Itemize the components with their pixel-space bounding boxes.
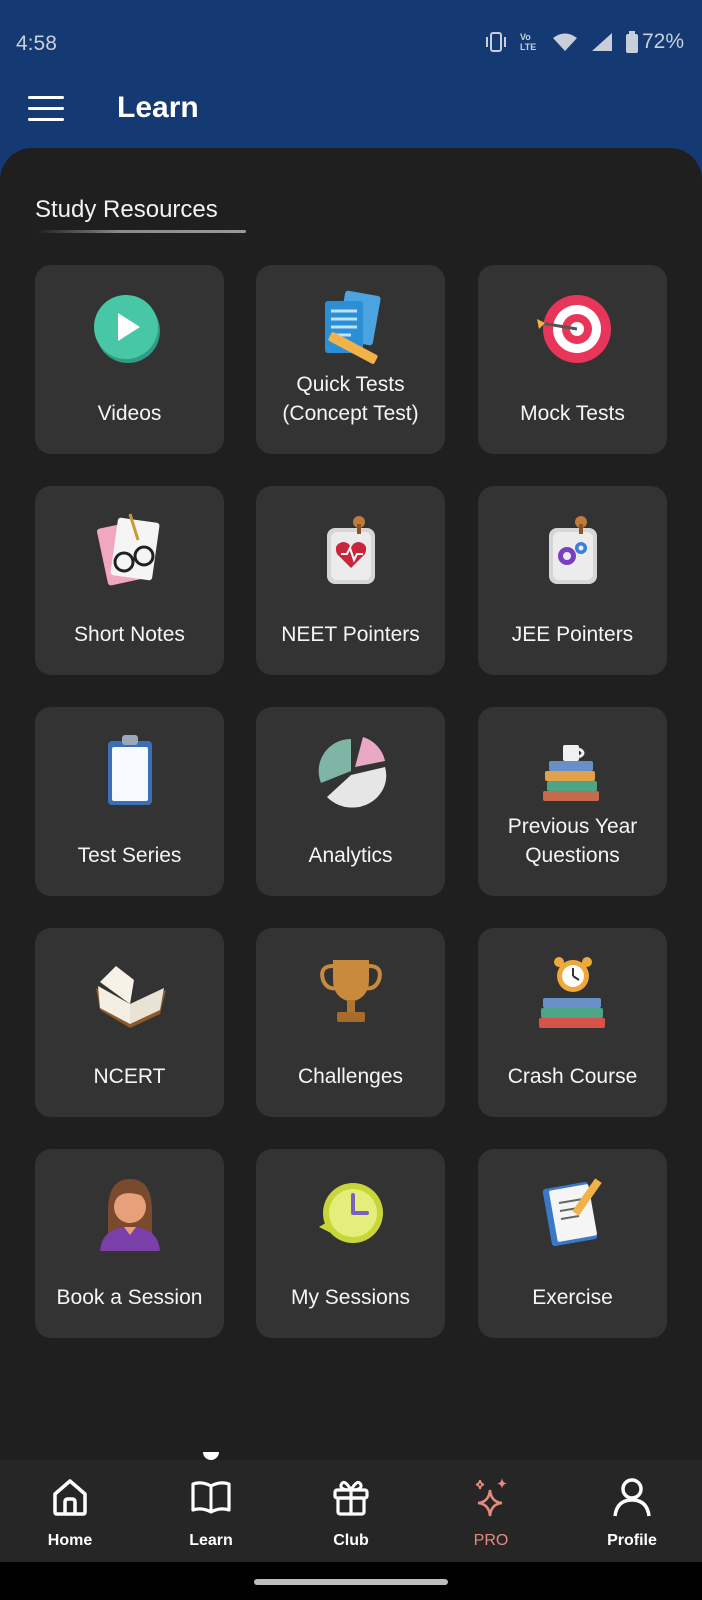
gift-icon	[333, 1480, 369, 1516]
card-label: Exercise	[532, 1286, 613, 1309]
status-bar: 4:58 Vo LTE 72%	[0, 0, 702, 88]
status-icons: Vo LTE 72%	[484, 30, 684, 54]
card-label: Book a Session	[56, 1286, 203, 1309]
card-label: Mock Tests	[520, 402, 625, 425]
sparkle-icon	[475, 1478, 507, 1517]
gears-note-icon	[548, 516, 597, 584]
books-cup-icon	[542, 745, 599, 801]
nav-profile[interactable]: Profile	[577, 1460, 687, 1562]
teacher-avatar-icon	[99, 1179, 160, 1251]
profile-icon	[613, 1478, 651, 1517]
home-icon	[53, 1479, 87, 1516]
card-label: Previous Year Questions	[507, 815, 638, 867]
notepad-pencil-icon	[542, 1178, 602, 1247]
card-label: My Sessions	[290, 1286, 411, 1309]
nav-label: Profile	[607, 1532, 657, 1549]
trophy-icon	[319, 960, 382, 1022]
menu-icon	[28, 96, 64, 99]
test-papers-icon	[324, 290, 381, 364]
nav-label: PRO	[473, 1532, 509, 1549]
card-label: Analytics	[308, 844, 393, 867]
vibrate-icon	[485, 32, 506, 52]
nav-label: Club	[333, 1532, 369, 1549]
signal-icon	[591, 33, 612, 51]
section-underline	[36, 230, 246, 233]
card-short-notes[interactable]: Short Notes	[35, 486, 224, 675]
status-time: 4:58	[16, 32, 57, 55]
card-label: JEE Pointers	[511, 623, 634, 646]
volte-icon: Vo LTE	[519, 32, 537, 52]
card-label: Short Notes	[74, 623, 185, 646]
card-analytics[interactable]: Analytics	[256, 707, 445, 896]
card-quick-tests[interactable]: Quick Tests (Concept Test)	[256, 265, 445, 454]
nav-pro[interactable]: PRO	[436, 1460, 546, 1562]
card-ncert[interactable]: NCERT	[35, 928, 224, 1117]
clipboard-icon	[107, 735, 152, 805]
card-jee-pointers[interactable]: JEE Pointers	[478, 486, 667, 675]
target-icon	[536, 295, 611, 363]
section-title: Study Resources	[35, 196, 218, 223]
gesture-area	[0, 1562, 702, 1600]
book-icon	[191, 1481, 231, 1514]
card-videos[interactable]: Videos	[35, 265, 224, 454]
home-gesture-bar[interactable]	[254, 1579, 448, 1585]
card-label: Test Series	[77, 844, 182, 867]
wifi-icon	[552, 33, 577, 51]
bottom-nav: Home Learn Club PRO Profile	[0, 1452, 702, 1562]
nav-club[interactable]: Club	[296, 1460, 406, 1562]
card-book-a-session[interactable]: Book a Session	[35, 1149, 224, 1338]
card-label: Crash Course	[507, 1065, 638, 1088]
card-my-sessions[interactable]: My Sessions	[256, 1149, 445, 1338]
card-label: Challenges	[297, 1065, 404, 1088]
battery-icon	[625, 31, 638, 53]
card-challenges[interactable]: Challenges	[256, 928, 445, 1117]
content-panel: Study Resources Videos Quick Tests (Conc…	[0, 148, 702, 1460]
battery-percent: 72%	[641, 30, 684, 53]
page-title: Learn	[117, 91, 199, 124]
menu-button[interactable]	[28, 96, 64, 124]
card-label: Videos	[97, 402, 162, 425]
card-label: Quick Tests (Concept Test)	[282, 373, 419, 425]
alarm-books-icon	[538, 957, 605, 1028]
card-mock-tests[interactable]: Mock Tests	[478, 265, 667, 454]
card-previous-year-questions[interactable]: Previous Year Questions	[478, 707, 667, 896]
card-label: NCERT	[93, 1065, 166, 1088]
play-icon	[93, 295, 160, 363]
card-neet-pointers[interactable]: NEET Pointers	[256, 486, 445, 675]
card-crash-course[interactable]: Crash Course	[478, 928, 667, 1117]
card-label: NEET Pointers	[281, 623, 420, 646]
nav-label: Learn	[189, 1532, 233, 1549]
card-exercise[interactable]: Exercise	[478, 1149, 667, 1338]
heart-note-icon	[326, 516, 375, 584]
open-book-icon	[95, 966, 166, 1028]
notes-glasses-icon	[96, 513, 159, 586]
nav-learn[interactable]: Learn	[156, 1452, 266, 1562]
card-test-series[interactable]: Test Series	[35, 707, 224, 896]
nav-label: Home	[47, 1532, 93, 1549]
pie-chart-icon	[318, 737, 386, 808]
nav-home[interactable]: Home	[15, 1460, 125, 1562]
clock-icon	[318, 1183, 383, 1243]
